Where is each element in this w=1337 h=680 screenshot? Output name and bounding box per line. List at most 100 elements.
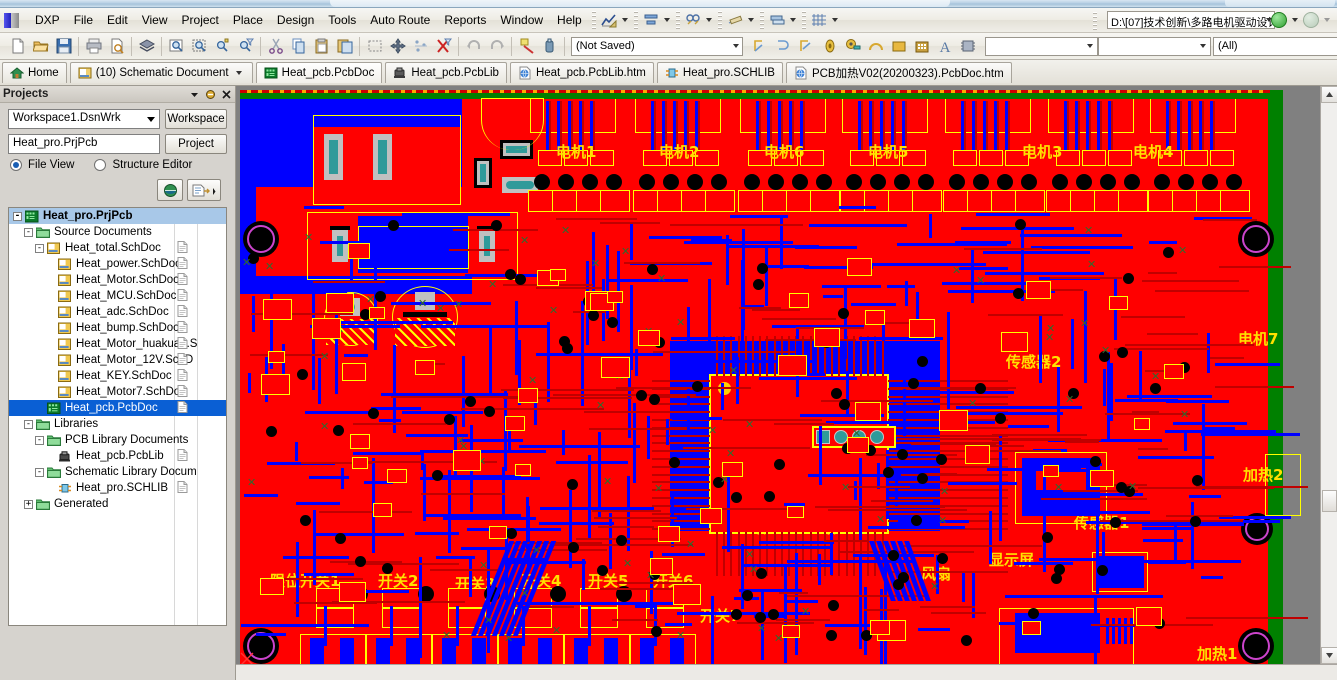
saved-status-caret[interactable] (733, 44, 739, 48)
tree-expander-16[interactable]: - (35, 468, 44, 477)
align-dropdown-caret[interactable] (664, 18, 670, 22)
new-document-icon[interactable] (6, 35, 29, 58)
chart-icon[interactable] (599, 10, 619, 30)
clear-filter-icon[interactable] (432, 35, 455, 58)
toolbar-grip-2[interactable] (634, 11, 638, 29)
copy-icon[interactable] (287, 35, 310, 58)
chart-dropdown-caret[interactable] (622, 18, 628, 22)
menu-edit[interactable]: Edit (100, 10, 135, 30)
layer-combo-caret[interactable] (1087, 44, 1093, 48)
tree-expander-18[interactable]: + (24, 500, 33, 509)
tab-home[interactable]: Home (2, 62, 67, 83)
find-similar-icon[interactable] (683, 10, 703, 30)
workspace-combo-caret[interactable] (147, 117, 155, 122)
move-icon[interactable] (386, 35, 409, 58)
menu-view[interactable]: View (135, 10, 175, 30)
place-arc-icon[interactable] (772, 35, 795, 58)
align-icon[interactable] (409, 35, 432, 58)
tree-item-heat-motor-huakuan-s[interactable]: Heat_Motor_huakuan.S (9, 336, 226, 352)
tree-item-source-documents[interactable]: -Source Documents (9, 224, 226, 240)
compile-icon[interactable] (157, 179, 183, 201)
measure-icon[interactable] (725, 10, 745, 30)
rule-filter-combo[interactable]: (All) (1213, 37, 1337, 56)
structure-editor-radio[interactable] (94, 159, 106, 171)
layer-combo[interactable] (985, 37, 1098, 56)
document-status-icon[interactable] (177, 273, 186, 284)
workspace-combo[interactable]: Workspace1.DsnWrk (8, 109, 160, 129)
document-status-icon[interactable] (177, 401, 186, 412)
menu-place[interactable]: Place (226, 10, 270, 30)
find-similar-dropdown-caret[interactable] (706, 18, 712, 22)
canvas-horizontal-scrollbar[interactable] (236, 664, 1337, 680)
tree-item-heat-key-schdoc[interactable]: Heat_KEY.SchDoc (9, 368, 226, 384)
document-status-icon[interactable] (177, 449, 186, 460)
tree-item-heat-pro-prjpcb[interactable]: -Heat_pro.PrjPcb (9, 208, 226, 224)
menu-design[interactable]: Design (270, 10, 321, 30)
window-controls-area[interactable] (1225, 0, 1335, 7)
workspace-button[interactable]: Workspace (165, 109, 227, 129)
tab-schematic-document[interactable]: (10) Schematic Document (70, 62, 253, 83)
file-view-radio[interactable] (10, 159, 22, 171)
menu-tools[interactable]: Tools (321, 10, 363, 30)
grid-icon[interactable] (809, 10, 829, 30)
tab-heat-pcb-pcblib-htm[interactable]: Heat_pcb.PcbLib.htm (510, 62, 654, 83)
menu-dxp[interactable]: DXP (28, 10, 67, 30)
board-layers-icon[interactable] (135, 35, 158, 58)
document-status-icon[interactable] (177, 385, 186, 396)
net-combo-caret[interactable] (1200, 44, 1206, 48)
print-icon[interactable] (82, 35, 105, 58)
tree-expander-13[interactable]: - (24, 420, 33, 429)
toolbar-grip[interactable] (592, 11, 596, 29)
tree-item-heat-motor-schdoc[interactable]: Heat_Motor.SchDoc (9, 272, 226, 288)
document-status-icon[interactable] (177, 289, 186, 300)
canvas-vertical-scrollbar[interactable] (1320, 86, 1337, 664)
navigate-forward-icon[interactable] (1303, 12, 1319, 28)
tree-item-heat-pcb-pcbdoc[interactable]: Heat_pcb.PcbDoc (9, 400, 226, 416)
place-track-icon[interactable] (795, 35, 818, 58)
browse-components-icon[interactable] (538, 35, 561, 58)
net-combo[interactable] (1098, 37, 1211, 56)
tree-item-heat-bump-schdoc[interactable]: Heat_bump.SchDoc (9, 320, 226, 336)
zoom-document-icon[interactable] (165, 35, 188, 58)
document-status-icon[interactable] (177, 369, 186, 380)
toolbar-grip-4[interactable] (718, 11, 722, 29)
tab-heat-pro-schlib[interactable]: Heat_pro.SCHLIB (657, 62, 783, 83)
tree-expander-1[interactable]: - (24, 228, 33, 237)
menu-window[interactable]: Window (493, 10, 550, 30)
tree-item-heat-mcu-schdoc[interactable]: Heat_MCU.SchDoc (9, 288, 226, 304)
tree-item-schematic-library-docum[interactable]: -Schematic Library Docum (9, 464, 226, 480)
undo-icon[interactable] (462, 35, 485, 58)
tab-heat-pcb-pcbdoc[interactable]: Heat_pcb.PcbDoc (256, 62, 383, 83)
dxp-logo-icon[interactable] (4, 12, 26, 29)
tree-item-heat-motor-12v-schd[interactable]: Heat_Motor_12V.SchD (9, 352, 226, 368)
navigate-back-icon[interactable] (1271, 12, 1287, 28)
document-status-icon[interactable] (177, 337, 186, 348)
menu-help[interactable]: Help (550, 10, 589, 30)
vertical-scroll-thumb[interactable] (1322, 490, 1337, 512)
menu-reports[interactable]: Reports (437, 10, 493, 30)
print-preview-icon[interactable] (105, 35, 128, 58)
dock-icon[interactable] (203, 87, 217, 101)
measure-dropdown-caret[interactable] (748, 18, 754, 22)
document-status-icon[interactable] (177, 257, 186, 268)
project-combo[interactable]: Heat_pro.PrjPcb (8, 134, 160, 154)
redo-icon[interactable] (485, 35, 508, 58)
tree-expander-0[interactable]: - (13, 212, 22, 221)
open-folder-icon[interactable] (29, 35, 52, 58)
place-via-icon[interactable] (841, 35, 864, 58)
paste-special-icon[interactable] (333, 35, 356, 58)
open-document-icon[interactable] (187, 179, 221, 201)
zoom-area-icon[interactable] (188, 35, 211, 58)
place-arc-center-icon[interactable] (864, 35, 887, 58)
scroll-up-arrow-icon[interactable] (1321, 86, 1337, 103)
tree-expander-14[interactable]: - (35, 436, 44, 445)
chevron-down-icon[interactable] (187, 87, 201, 101)
project-tree[interactable]: -Heat_pro.PrjPcb-Source Documents-Heat_t… (8, 207, 227, 626)
cross-probe-icon[interactable] (515, 35, 538, 58)
document-status-icon[interactable] (177, 353, 186, 364)
save-icon[interactable] (52, 35, 75, 58)
zoom-filter-icon[interactable] (234, 35, 257, 58)
tree-item-pcb-library-documents[interactable]: -PCB Library Documents (9, 432, 226, 448)
zoom-selected-icon[interactable] (211, 35, 234, 58)
place-component-icon[interactable] (956, 35, 979, 58)
